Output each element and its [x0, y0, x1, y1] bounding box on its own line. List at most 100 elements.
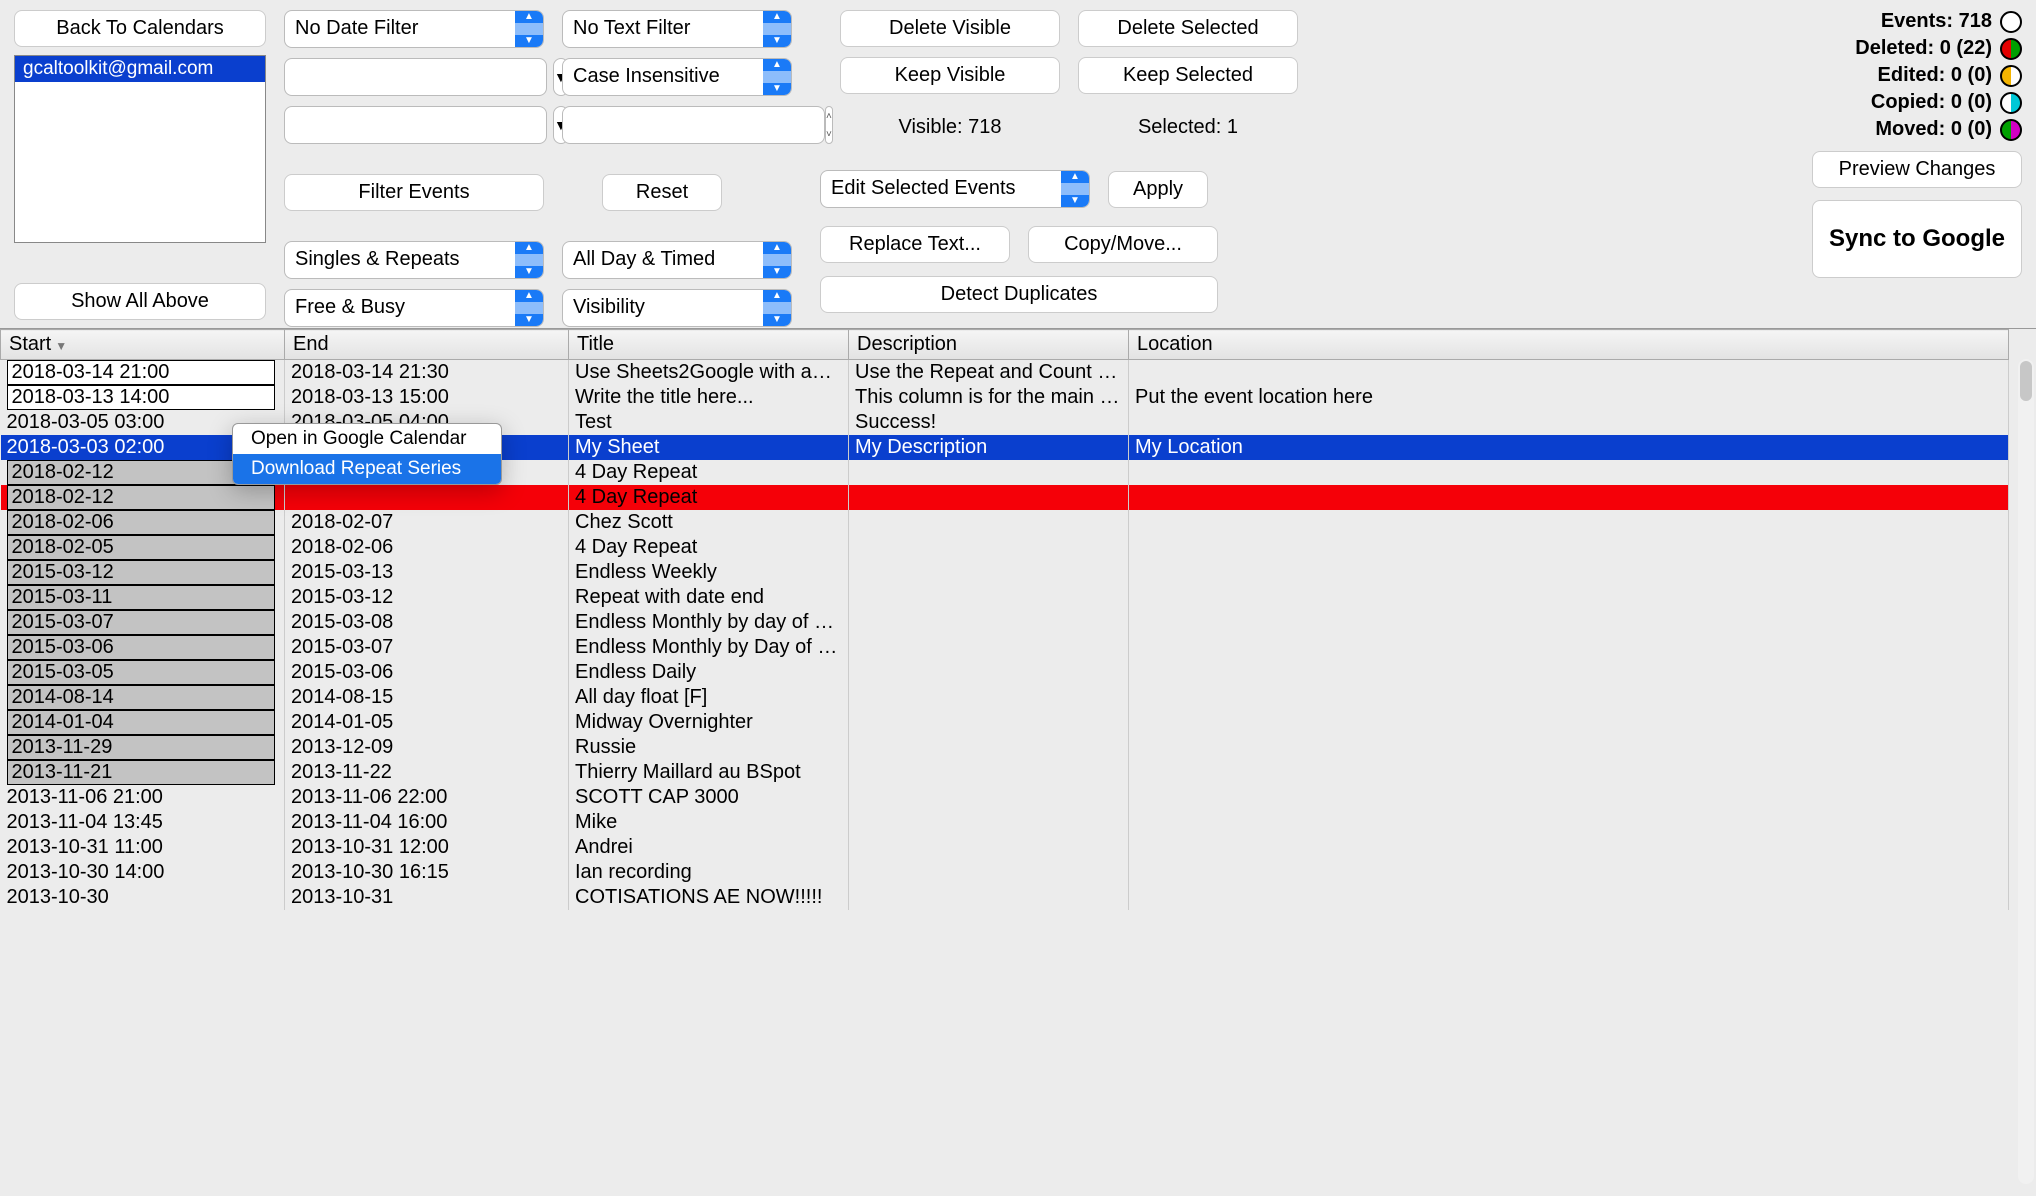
table-row[interactable]: 2018-02-052018-02-064 Day Repeat: [1, 535, 2009, 560]
cell-title[interactable]: 4 Day Repeat: [569, 535, 849, 560]
cell-title[interactable]: 4 Day Repeat: [569, 460, 849, 485]
date-filter-select[interactable]: No Date Filter ▲▼: [284, 10, 544, 48]
cell-title[interactable]: SCOTT CAP 3000: [569, 785, 849, 810]
cell-title[interactable]: COTISATIONS AE NOW!!!!!: [569, 885, 849, 910]
cell-end[interactable]: 2013-10-31: [285, 885, 569, 910]
cell-end[interactable]: 2014-01-05: [285, 710, 569, 735]
detect-duplicates-button[interactable]: Detect Duplicates: [820, 276, 1218, 313]
table-row[interactable]: 2018-02-124 Day Repeat: [1, 485, 2009, 510]
show-all-above-button[interactable]: Show All Above: [14, 283, 266, 320]
cell-end[interactable]: 2018-03-14 21:30: [285, 360, 569, 386]
cell-title[interactable]: Endless Monthly by day of week: [569, 610, 849, 635]
cell-description[interactable]: [849, 635, 1129, 660]
cell-title[interactable]: Thierry Maillard au BSpot: [569, 760, 849, 785]
cell-end[interactable]: 2013-12-09: [285, 735, 569, 760]
cell-start[interactable]: 2015-03-06: [1, 635, 285, 660]
cell-location[interactable]: [1129, 885, 2009, 910]
events-table[interactable]: Start▼ End Title Description Location 20…: [0, 329, 2009, 910]
cell-title[interactable]: Andrei: [569, 835, 849, 860]
cell-end[interactable]: 2013-11-06 22:00: [285, 785, 569, 810]
cell-location[interactable]: [1129, 835, 2009, 860]
table-row[interactable]: 2015-03-112015-03-12Repeat with date end: [1, 585, 2009, 610]
cell-end[interactable]: 2013-11-22: [285, 760, 569, 785]
cell-description[interactable]: [849, 710, 1129, 735]
cell-start[interactable]: 2013-11-29: [1, 735, 285, 760]
filter-events-button[interactable]: Filter Events: [284, 174, 544, 211]
cell-description[interactable]: [849, 885, 1129, 910]
cell-start[interactable]: 2013-10-30 14:00: [1, 860, 285, 885]
cell-description[interactable]: [849, 860, 1129, 885]
menu-download-repeat-series[interactable]: Download Repeat Series: [233, 454, 501, 484]
cell-start[interactable]: 2014-08-14: [1, 685, 285, 710]
cell-start[interactable]: 2018-02-06: [1, 510, 285, 535]
cell-end[interactable]: 2014-08-15: [285, 685, 569, 710]
col-description[interactable]: Description: [849, 330, 1129, 360]
cell-description[interactable]: [849, 610, 1129, 635]
cell-description[interactable]: [849, 685, 1129, 710]
cell-description[interactable]: Success!: [849, 410, 1129, 435]
back-to-calendars-button[interactable]: Back To Calendars: [14, 10, 266, 47]
cell-title[interactable]: All day float [F]: [569, 685, 849, 710]
cell-title[interactable]: Russie: [569, 735, 849, 760]
table-row[interactable]: 2013-11-292013-12-09Russie: [1, 735, 2009, 760]
preview-changes-button[interactable]: Preview Changes: [1812, 151, 2022, 188]
scrollbar-thumb[interactable]: [2020, 361, 2032, 401]
cell-location[interactable]: [1129, 535, 2009, 560]
keep-visible-button[interactable]: Keep Visible: [840, 57, 1060, 94]
apply-button[interactable]: Apply: [1108, 171, 1208, 208]
reset-button[interactable]: Reset: [602, 174, 722, 211]
cell-location[interactable]: [1129, 760, 2009, 785]
cell-end[interactable]: 2013-11-04 16:00: [285, 810, 569, 835]
cell-location[interactable]: [1129, 685, 2009, 710]
cell-location[interactable]: [1129, 735, 2009, 760]
vertical-scrollbar[interactable]: [2018, 359, 2034, 1184]
cell-start[interactable]: 2015-03-11: [1, 585, 285, 610]
cell-description[interactable]: [849, 585, 1129, 610]
cell-location[interactable]: [1129, 635, 2009, 660]
stepper-icon[interactable]: ˄˅: [825, 106, 833, 144]
cell-end[interactable]: 2018-03-13 15:00: [285, 385, 569, 410]
cell-description[interactable]: [849, 760, 1129, 785]
cell-end[interactable]: 2015-03-12: [285, 585, 569, 610]
filter-field-3[interactable]: [562, 106, 825, 144]
cell-description[interactable]: [849, 535, 1129, 560]
cell-location[interactable]: [1129, 410, 2009, 435]
cell-description[interactable]: [849, 460, 1129, 485]
cell-location[interactable]: [1129, 660, 2009, 685]
cell-title[interactable]: Endless Daily: [569, 660, 849, 685]
sync-to-google-button[interactable]: Sync to Google: [1812, 200, 2022, 278]
col-end[interactable]: End: [285, 330, 569, 360]
cell-description[interactable]: [849, 735, 1129, 760]
table-row[interactable]: 2015-03-062015-03-07Endless Monthly by D…: [1, 635, 2009, 660]
table-row[interactable]: 2015-03-072015-03-08Endless Monthly by d…: [1, 610, 2009, 635]
cell-location[interactable]: [1129, 710, 2009, 735]
cell-location[interactable]: [1129, 610, 2009, 635]
cell-title[interactable]: Chez Scott: [569, 510, 849, 535]
replace-text-button[interactable]: Replace Text...: [820, 226, 1010, 263]
col-title[interactable]: Title: [569, 330, 849, 360]
cell-start[interactable]: 2013-11-21: [1, 760, 285, 785]
cell-start[interactable]: 2013-10-30: [1, 885, 285, 910]
case-select[interactable]: Case Insensitive ▲▼: [562, 58, 792, 96]
table-row[interactable]: 2013-10-30 14:002013-10-30 16:15Ian reco…: [1, 860, 2009, 885]
cell-end[interactable]: 2013-10-31 12:00: [285, 835, 569, 860]
cell-description[interactable]: [849, 560, 1129, 585]
cell-title[interactable]: Write the title here...: [569, 385, 849, 410]
cell-end[interactable]: 2015-03-13: [285, 560, 569, 585]
table-row[interactable]: 2015-03-052015-03-06Endless Daily: [1, 660, 2009, 685]
cell-title[interactable]: Use Sheets2Google with any sp...: [569, 360, 849, 386]
copy-move-button[interactable]: Copy/Move...: [1028, 226, 1218, 263]
cell-end[interactable]: 2018-02-06: [285, 535, 569, 560]
cell-description[interactable]: [849, 485, 1129, 510]
cell-location[interactable]: [1129, 510, 2009, 535]
cell-title[interactable]: Endless Monthly by Day of Week: [569, 635, 849, 660]
cell-start[interactable]: 2018-03-13 14:00: [1, 385, 285, 410]
cell-description[interactable]: Use the Repeat and Count colu...: [849, 360, 1129, 386]
cell-start[interactable]: 2014-01-04: [1, 710, 285, 735]
cell-start[interactable]: 2015-03-07: [1, 610, 285, 635]
calendar-item[interactable]: gcaltoolkit@gmail.com: [15, 56, 265, 82]
table-row[interactable]: 2013-10-31 11:002013-10-31 12:00Andrei: [1, 835, 2009, 860]
calendar-listbox[interactable]: gcaltoolkit@gmail.com: [14, 55, 266, 243]
cell-title[interactable]: Mike: [569, 810, 849, 835]
cell-start[interactable]: 2018-03-14 21:00: [1, 360, 285, 386]
